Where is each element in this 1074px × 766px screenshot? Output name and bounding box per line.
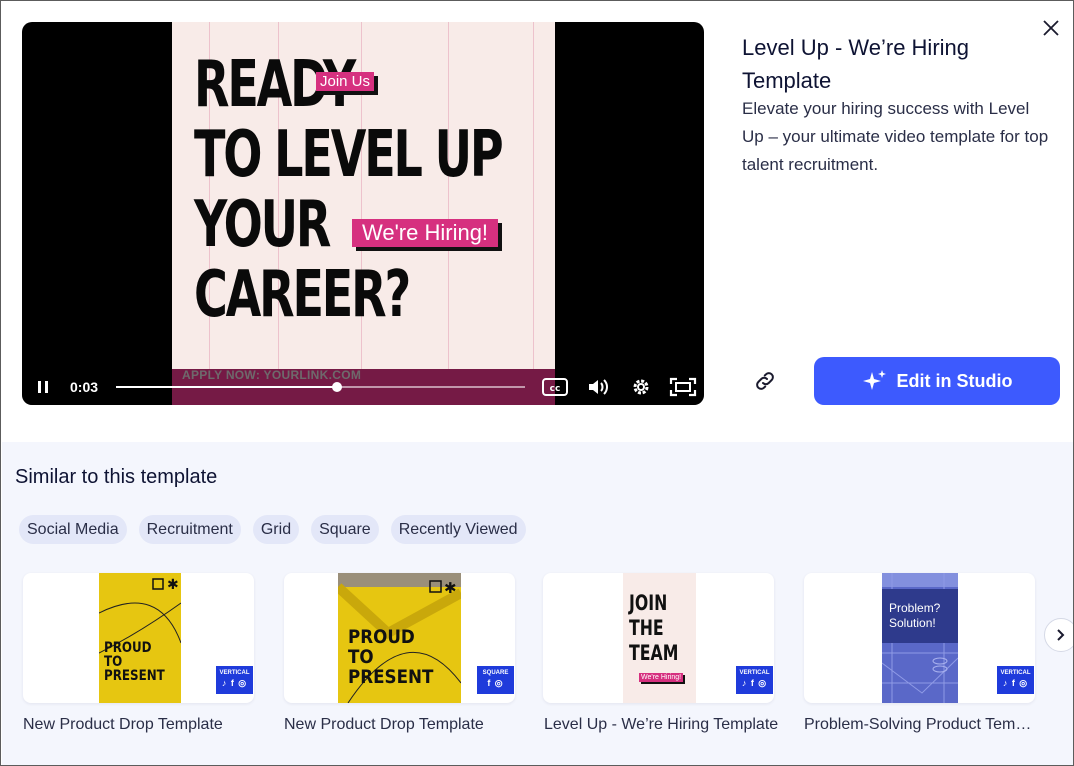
close-icon — [1043, 20, 1059, 36]
progress-fill — [116, 386, 337, 388]
chip-recruitment[interactable]: Recruitment — [138, 515, 241, 544]
headline-line: TO LEVEL UP — [194, 118, 504, 192]
card-thumbnail: Problem? Solution! — [882, 573, 958, 703]
template-card[interactable]: Problem? Solution! VERTICAL ♪ f ◎ — [804, 573, 1035, 703]
badge-label: SQUARE — [482, 670, 509, 676]
settings-button[interactable] — [627, 369, 655, 405]
social-icons: ♪ f ◎ — [221, 678, 248, 688]
fullscreen-button[interactable] — [667, 369, 699, 405]
card-title[interactable]: Problem-Solving Product Templ... — [804, 716, 1036, 734]
edit-in-studio-label: Edit in Studio — [896, 370, 1013, 391]
similar-section: Similar to this template Social Media Re… — [2, 442, 1073, 765]
svg-text:✱: ✱ — [167, 577, 179, 593]
link-icon — [756, 372, 774, 390]
thumb-line: THE — [629, 616, 664, 640]
current-time: 0:03 — [70, 379, 99, 395]
chip-recently-viewed[interactable]: Recently Viewed — [390, 515, 526, 544]
format-badge: VERTICAL ♪ f ◎ — [735, 665, 774, 695]
thumbnail-text: Problem? Solution! — [889, 601, 940, 631]
thumb-line: Problem? — [889, 601, 941, 615]
card-title[interactable]: New Product Drop Template — [23, 716, 263, 734]
card-title[interactable]: New Product Drop Template — [284, 716, 524, 734]
headline-line: CAREER? — [194, 258, 411, 332]
card-title[interactable]: Level Up - We’re Hiring Template — [544, 716, 784, 734]
hiring-tag: We're Hiring! — [352, 219, 499, 247]
chip-social-media[interactable]: Social Media — [19, 515, 127, 544]
guide-line — [533, 22, 534, 405]
thumb-line: Solution! — [889, 616, 936, 630]
thumbnail-text: JOIN THE TEAM — [629, 591, 678, 666]
card-thumbnail: ✱ PROUD TO PRESENT — [99, 573, 181, 703]
template-card[interactable]: ✱ PROUD TO PRESENT SQUARE f ◎ — [284, 573, 515, 703]
poster-headline: READY TO LEVEL UP YOUR CAREER? — [194, 50, 504, 332]
similar-title: Similar to this template — [15, 466, 218, 488]
gear-icon — [633, 379, 649, 395]
thumbnail-text: PROUD TO PRESENT — [104, 641, 165, 683]
card-thumbnail: JOIN THE TEAM We're Hiring! — [623, 573, 696, 703]
pause-icon — [38, 381, 48, 393]
svg-text:cc: cc — [550, 384, 561, 394]
format-badge: VERTICAL ♪ f ◎ — [215, 665, 254, 695]
thumb-line: TO — [348, 646, 374, 668]
volume-icon — [589, 379, 608, 395]
thumbnail-text: PROUD TO PRESENT — [348, 627, 433, 687]
progress-handle[interactable] — [331, 382, 342, 392]
template-description: Elevate your hiring success with Level U… — [742, 99, 1049, 174]
video-player[interactable]: READY TO LEVEL UP YOUR CAREER? Join Us W… — [22, 22, 704, 405]
video-poster: READY TO LEVEL UP YOUR CAREER? Join Us W… — [172, 22, 555, 405]
social-icons: ♪ f ◎ — [741, 678, 768, 688]
badge-label: VERTICAL — [739, 670, 770, 676]
copy-link-button[interactable] — [747, 363, 783, 399]
close-button[interactable] — [1039, 16, 1063, 40]
thumb-line: PRESENT — [104, 668, 165, 684]
card-thumbnail: ✱ PROUD TO PRESENT — [338, 573, 461, 703]
captions-button[interactable]: cc — [540, 369, 570, 405]
format-badge: VERTICAL ♪ f ◎ — [996, 665, 1035, 695]
badge-label: VERTICAL — [219, 670, 250, 676]
thumb-line: PROUD — [104, 640, 152, 656]
carousel-next-button[interactable] — [1044, 618, 1073, 652]
thumb-line: PROUD — [348, 626, 415, 648]
thumb-line: JOIN — [629, 591, 668, 615]
chip-square[interactable]: Square — [311, 515, 379, 544]
thumb-tag: We're Hiring! — [639, 673, 684, 682]
social-icons: f ◎ — [487, 678, 504, 688]
thumb-line: PRESENT — [348, 666, 434, 688]
template-title: Level Up - We’re Hiring Template — [742, 35, 970, 93]
thumb-line: TO — [104, 654, 123, 670]
social-icons: ♪ f ◎ — [1002, 678, 1029, 688]
template-modal: READY TO LEVEL UP YOUR CAREER? Join Us W… — [0, 0, 1074, 766]
chevron-right-icon — [1057, 629, 1065, 641]
edit-in-studio-button[interactable]: Edit in Studio — [814, 357, 1060, 405]
progress-bar[interactable] — [116, 382, 525, 392]
svg-text:✱: ✱ — [444, 579, 457, 597]
pause-button[interactable] — [30, 369, 56, 405]
chip-grid[interactable]: Grid — [252, 515, 300, 544]
join-us-tag: Join Us — [316, 72, 375, 91]
fullscreen-icon — [669, 377, 697, 397]
closed-captions-icon: cc — [542, 378, 568, 396]
template-card[interactable]: JOIN THE TEAM We're Hiring! VERTICAL ♪ f … — [543, 573, 774, 703]
badge-label: VERTICAL — [1000, 670, 1031, 676]
thumb-line: TEAM — [629, 641, 679, 665]
player-controls: 0:03 cc — [22, 369, 704, 405]
sparkle-icon — [862, 370, 886, 390]
template-card[interactable]: ✱ PROUD TO PRESENT VERTICAL ♪ f ◎ — [23, 573, 254, 703]
format-badge: SQUARE f ◎ — [476, 665, 515, 695]
tag-chips: Social Media Recruitment Grid Square Rec… — [19, 515, 526, 544]
volume-button[interactable] — [584, 369, 614, 405]
